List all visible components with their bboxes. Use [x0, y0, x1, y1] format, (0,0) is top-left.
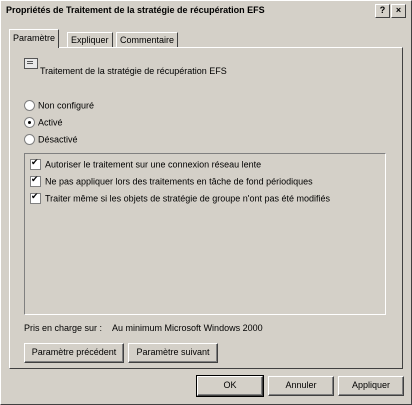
radio-non-configure[interactable]: Non configuré [24, 100, 94, 112]
tab-parametre[interactable]: Paramètre [9, 29, 60, 48]
policy-name: Traitement de la stratégie de récupérati… [40, 66, 227, 76]
properties-dialog: Propriétés de Traitement de la stratégie… [0, 0, 412, 405]
previous-setting-button[interactable]: Paramètre précédent [24, 343, 124, 363]
radio-label: Non configuré [38, 100, 95, 111]
close-button[interactable]: × [391, 4, 406, 18]
checkbox-label: Autoriser le traitement sur une connexio… [45, 159, 262, 170]
supported-on: Pris en charge sur : Au minimum Microsoft… [24, 323, 263, 333]
settings-panel: Traitement de la stratégie de récupérati… [9, 47, 403, 369]
checkbox[interactable] [30, 157, 41, 171]
radio-label: Activé [38, 117, 63, 128]
checkbox-label: Traiter même si les objets de stratégie … [45, 193, 331, 204]
option-slow-link[interactable]: Autoriser le traitement sur une connexio… [30, 157, 262, 171]
policy-icon [24, 58, 38, 69]
ok-button[interactable]: OK [196, 375, 264, 397]
option-background[interactable]: Ne pas appliquer lors des traitements en… [30, 174, 313, 188]
radio-label: Désactivé [38, 134, 78, 145]
radio-button[interactable] [24, 134, 35, 146]
option-unchanged[interactable]: Traiter même si les objets de stratégie … [30, 191, 331, 205]
radio-button[interactable] [24, 117, 35, 129]
cancel-button[interactable]: Annuler [268, 376, 334, 396]
supported-label: Pris en charge sur : [24, 323, 103, 333]
title-bar[interactable]: Propriétés de Traitement de la stratégie… [3, 3, 409, 19]
radio-button[interactable] [24, 100, 35, 112]
tab-commentaire[interactable]: Commentaire [116, 32, 179, 47]
checkbox-label: Ne pas appliquer lors des traitements en… [45, 176, 313, 187]
window-title: Propriétés de Traitement de la stratégie… [6, 5, 265, 15]
radio-active[interactable]: Activé [24, 117, 63, 129]
tab-expliquer[interactable]: Expliquer [67, 32, 113, 47]
next-setting-button[interactable]: Paramètre suivant [128, 343, 218, 363]
apply-button[interactable]: Appliquer [338, 376, 404, 396]
radio-desactive[interactable]: Désactivé [24, 134, 78, 146]
checkbox[interactable] [30, 174, 41, 188]
options-box: Autoriser le traitement sur une connexio… [24, 153, 386, 315]
help-button[interactable]: ? [375, 4, 390, 18]
checkbox[interactable] [30, 191, 41, 205]
supported-value: Au minimum Microsoft Windows 2000 [112, 323, 263, 333]
